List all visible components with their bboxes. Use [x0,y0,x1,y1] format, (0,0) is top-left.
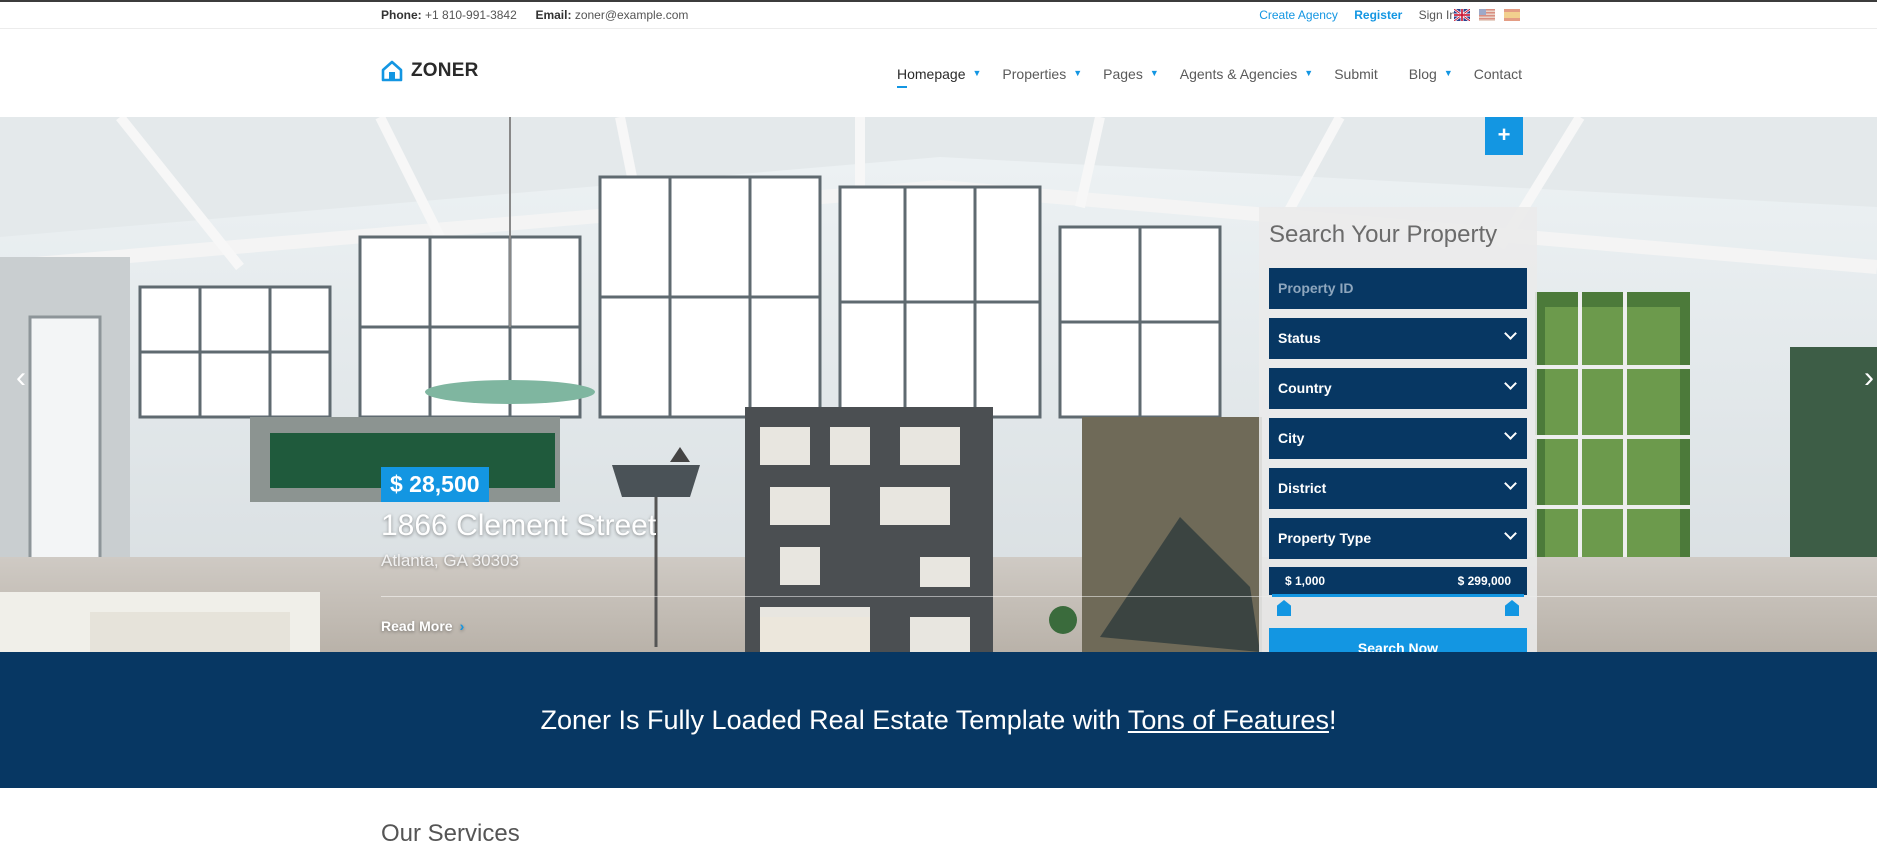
property-id-input[interactable]: Property ID [1269,268,1527,309]
price-range-track[interactable] [1272,594,1524,597]
price-range: $ 1,000 $ 299,000 [1269,567,1527,595]
nav-label: Homepage [896,66,966,82]
price-min-value: $ 1,000 [1285,574,1326,588]
nav-homepage[interactable]: Homepage ▼ [896,66,982,88]
uk-flag-icon[interactable] [1454,9,1470,21]
register-link[interactable]: Register [1354,8,1402,22]
main-nav: Homepage ▼ Properties ▼ Pages ▼ Agents &… [876,66,1522,88]
nav-properties[interactable]: Properties ▼ [1002,66,1082,82]
us-flag-icon[interactable] [1479,9,1495,21]
nav-label: Properties [1002,66,1067,82]
read-more-link[interactable]: Read More › [381,618,464,634]
country-select[interactable]: Country [1269,368,1527,409]
nav-pages[interactable]: Pages ▼ [1103,66,1159,82]
nav-label: Blog [1408,66,1437,82]
nav-submit[interactable]: Submit [1334,66,1378,82]
phone-number: +1 810-991-3842 [425,8,517,22]
caret-down-icon: ▼ [972,68,982,78]
create-agency-link[interactable]: Create Agency [1259,8,1338,22]
select-label: City [1278,430,1305,446]
nav-label: Agents & Agencies [1179,66,1298,82]
tons-of-features-link[interactable]: Tons of Features [1128,705,1329,735]
chevron-down-icon [1504,327,1517,340]
caret-down-icon: ▼ [1149,68,1159,78]
chevron-down-icon [1504,477,1517,490]
property-address[interactable]: 1866 Clement Street [381,509,656,543]
hero-image [0,117,1877,652]
house-icon [381,60,403,82]
nav-label: Submit [1334,66,1378,82]
banner-text: Zoner Is Fully Loaded Real Estate Templa… [540,705,1128,735]
city-select[interactable]: City [1269,418,1527,459]
chevron-left-icon[interactable]: ‹ [16,363,26,393]
contact-info: Phone: +1 810-991-3842 Email: zoner@exam… [381,8,688,22]
chevron-down-icon [1504,527,1517,540]
property-price: $ 28,500 [381,467,489,502]
sign-in-link[interactable]: Sign In [1419,8,1456,22]
email-address: zoner@example.com [574,8,689,22]
features-banner: Zoner Is Fully Loaded Real Estate Templa… [0,652,1877,788]
caret-down-icon: ▼ [1073,68,1083,78]
select-label: Country [1278,380,1332,396]
chevron-down-icon [1504,427,1517,440]
logo[interactable]: ZONER [381,60,479,82]
our-services-heading: Our Services [381,820,520,847]
site-header: ZONER Homepage ▼ Properties ▼ Pages ▼ Ag… [0,30,1877,117]
property-search-panel: Search Your Property Property ID Status … [1259,207,1537,678]
banner-exclamation: ! [1328,705,1337,735]
chevron-right-icon: › [459,618,465,634]
account-links: Create Agency Register Sign In [1246,8,1456,22]
nav-contact[interactable]: Contact [1474,66,1522,82]
caret-down-icon: ▼ [1443,68,1453,78]
select-label: Status [1278,330,1321,346]
phone-label: Phone: [381,8,422,22]
search-title: Search Your Property [1269,221,1498,248]
status-select[interactable]: Status [1269,318,1527,359]
caret-down-icon: ▼ [1304,68,1314,78]
nav-label: Pages [1103,66,1143,82]
price-min-handle[interactable] [1277,600,1291,616]
select-label: Property Type [1278,530,1372,546]
price-max-value: $ 299,000 [1457,574,1511,588]
property-type-select[interactable]: Property Type [1269,518,1527,559]
chevron-down-icon [1504,377,1517,390]
select-label: District [1278,480,1327,496]
add-button[interactable]: + [1485,117,1523,155]
nav-blog[interactable]: Blog ▼ [1409,66,1453,82]
price-max-handle[interactable] [1505,600,1519,616]
property-city: Atlanta, GA 30303 [381,551,519,570]
top-bar: Phone: +1 810-991-3842 Email: zoner@exam… [0,2,1877,29]
nav-label: Contact [1473,66,1522,82]
brand-name: ZONER [411,60,479,81]
hero-slider: ‹ › $ 28,500 1866 Clement Street Atlanta… [0,117,1877,652]
hero-divider [381,596,1877,597]
es-flag-icon[interactable] [1504,9,1520,21]
language-switcher [1454,9,1522,23]
email-label: Email: [535,8,572,22]
nav-agents-agencies[interactable]: Agents & Agencies ▼ [1180,66,1313,82]
district-select[interactable]: District [1269,468,1527,509]
chevron-right-icon[interactable]: › [1864,363,1874,393]
read-more-label: Read More [381,618,453,634]
